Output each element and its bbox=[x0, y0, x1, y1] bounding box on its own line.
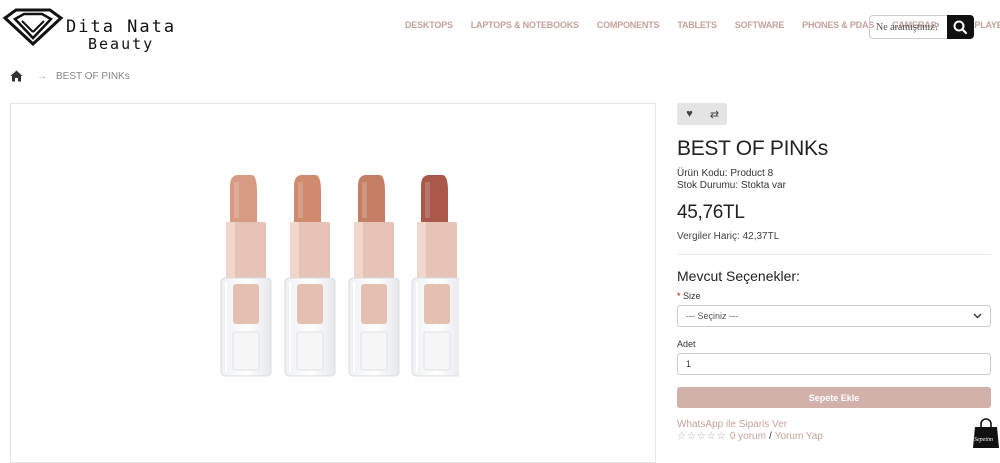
options-heading: Mevcut Seçenekler: bbox=[677, 268, 800, 284]
size-select[interactable]: --- Seçiniz --- bbox=[677, 305, 991, 327]
price-ex-tax: Vergiler Hariç: 42,37TL bbox=[677, 231, 780, 242]
menu-item-desktops[interactable]: DESKTOPS bbox=[405, 20, 453, 30]
rating-stars: ☆☆☆☆☆ bbox=[677, 431, 727, 442]
search-input[interactable]: Ne aramıştınız? bbox=[869, 15, 947, 39]
compare-icon: ⇄ bbox=[709, 108, 720, 121]
heart-icon: ♥ bbox=[686, 108, 693, 120]
product-title: BEST OF PINKs bbox=[677, 137, 828, 160]
required-marker: * bbox=[677, 291, 681, 301]
write-review-link[interactable]: Yorum Yap bbox=[775, 431, 823, 442]
product-actions: ♥ ⇄ bbox=[677, 103, 727, 125]
size-label: * Size bbox=[677, 291, 701, 301]
product-meta: Ürün Kodu: Product 8 Stok Durumu: Stokta… bbox=[677, 168, 786, 192]
breadcrumb-current[interactable]: BEST OF PINKs bbox=[56, 71, 130, 82]
menu-item-components[interactable]: COMPONENTS bbox=[597, 20, 660, 30]
add-to-cart-button[interactable]: Sepete Ekle bbox=[677, 387, 991, 408]
rating-row: ☆☆☆☆☆ 0 yorum / Yorum Yap bbox=[677, 431, 823, 442]
separator: / bbox=[768, 431, 772, 442]
search-icon bbox=[953, 20, 968, 35]
product-code: Ürün Kodu: Product 8 bbox=[677, 168, 774, 179]
product-image[interactable] bbox=[209, 162, 459, 382]
menu-item-software[interactable]: SOFTWARE bbox=[735, 20, 785, 30]
menu-item-phones[interactable]: PHONES & PDAS bbox=[802, 20, 874, 30]
chevron-down-icon bbox=[973, 313, 982, 319]
shopping-bag-icon bbox=[973, 418, 999, 448]
brand-name-line1: Dita Nata bbox=[66, 17, 177, 37]
quantity-label: Adet bbox=[677, 339, 696, 349]
size-select-value: --- Seçiniz --- bbox=[686, 311, 738, 321]
quantity-input[interactable]: 1 bbox=[677, 353, 991, 375]
size-label-text: Size bbox=[683, 291, 701, 301]
brand-name-line2: Beauty bbox=[88, 35, 155, 53]
cart-badge[interactable]: Sepetim bbox=[973, 418, 999, 448]
diamond-logo-icon bbox=[2, 8, 64, 46]
menu-item-laptops[interactable]: LAPTOPS & NOTEBOOKS bbox=[471, 20, 579, 30]
product-image-frame bbox=[10, 103, 656, 463]
menu-item-tablets[interactable]: TABLETS bbox=[677, 20, 717, 30]
home-icon[interactable] bbox=[10, 70, 23, 82]
quantity-value: 1 bbox=[686, 359, 692, 369]
compare-button[interactable]: ⇄ bbox=[702, 103, 727, 125]
reviews-link[interactable]: 0 yorum bbox=[730, 431, 766, 442]
breadcrumb: → BEST OF PINKs bbox=[10, 70, 130, 82]
wishlist-button[interactable]: ♥ bbox=[677, 103, 702, 125]
breadcrumb-separator: → bbox=[37, 70, 47, 82]
search-placeholder: Ne aramıştınız? bbox=[876, 21, 940, 33]
product-price: 45,76TL bbox=[677, 202, 745, 223]
stock-status: Stok Durumu: Stokta var bbox=[677, 180, 786, 191]
divider bbox=[677, 254, 991, 255]
cart-badge-label: Sepetim bbox=[974, 437, 993, 443]
brand-logo[interactable]: Dita Nata Beauty bbox=[2, 8, 192, 53]
search-button[interactable] bbox=[947, 15, 974, 39]
whatsapp-order-link[interactable]: WhatsApp ile Siparis Ver bbox=[677, 419, 787, 430]
